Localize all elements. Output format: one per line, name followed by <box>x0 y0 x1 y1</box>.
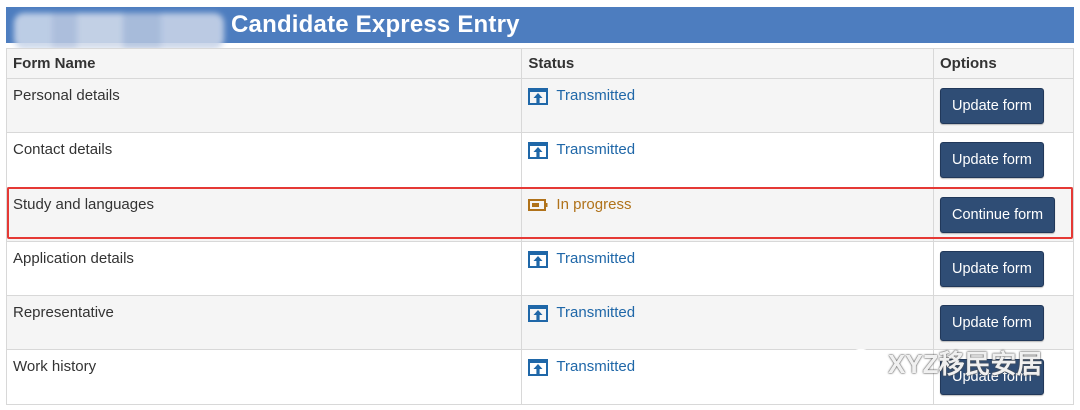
table-row: Personal details Transmitted Update form <box>5 77 1074 134</box>
page-title: Candidate Express Entry <box>231 11 520 38</box>
status-label: Transmitted <box>556 87 636 104</box>
form-name: Application details <box>5 240 523 297</box>
status-label: Transmitted <box>556 304 636 322</box>
status-transmitted: Transmitted <box>528 304 636 323</box>
status-label: Transmitted <box>556 141 636 159</box>
watermark: XYZ移民安居 <box>848 345 1043 379</box>
redacted-name <box>14 13 224 49</box>
column-header-form-name: Form Name <box>5 48 523 79</box>
status-cell: Transmitted <box>521 77 934 134</box>
form-name: Representative <box>5 295 523 351</box>
status-label: Transmitted <box>556 249 636 267</box>
status-cell: Transmitted <box>521 240 934 297</box>
upload-arrow-icon <box>528 305 549 323</box>
watermark-text: XYZ移民安居 <box>888 348 1043 379</box>
status-label: In progress <box>556 195 632 213</box>
table-row: Representative Transmitted Update form <box>5 295 1074 351</box>
status-transmitted: Transmitted <box>528 358 636 377</box>
update-form-button[interactable]: Update form <box>940 250 1044 287</box>
upload-arrow-icon <box>528 142 549 160</box>
form-name: Contact details <box>5 132 523 188</box>
status-in-progress: In progress <box>528 196 631 213</box>
status-transmitted: Transmitted <box>528 87 635 105</box>
options-cell: Update form <box>933 295 1074 351</box>
table-row: Contact details Transmitted Update form <box>5 132 1074 188</box>
status-cell: Transmitted <box>521 132 934 188</box>
column-header-options: Options <box>933 48 1074 79</box>
column-header-status: Status <box>521 48 934 79</box>
options-cell: Continue form <box>933 186 1074 242</box>
progress-battery-icon <box>528 198 548 211</box>
status-transmitted: Transmitted <box>528 250 635 268</box>
upload-arrow-icon <box>528 88 549 105</box>
form-name: Personal details <box>5 77 523 134</box>
table-row: Study and languages In progress Continue… <box>5 186 1074 242</box>
status-label: Transmitted <box>556 358 636 376</box>
continue-form-button[interactable]: Continue form <box>940 196 1056 233</box>
table-header-row: Form Name Status Options <box>5 48 1074 79</box>
chat-bubbles-icon <box>848 348 881 375</box>
status-cell: In progress <box>521 186 934 242</box>
options-cell: Update form <box>933 132 1074 188</box>
update-form-button[interactable]: Update form <box>940 305 1044 342</box>
upload-arrow-icon <box>528 250 549 268</box>
table-row: Application details Transmitted Update f… <box>5 240 1074 297</box>
status-transmitted: Transmitted <box>528 141 636 160</box>
status-cell: Transmitted <box>521 295 934 351</box>
options-cell: Update form <box>933 77 1074 134</box>
update-form-button[interactable]: Update form <box>940 88 1044 124</box>
upload-arrow-icon <box>528 359 549 377</box>
form-name: Work history <box>5 349 523 405</box>
form-name: Study and languages <box>5 186 523 242</box>
update-form-button[interactable]: Update form <box>940 142 1044 179</box>
page-header: Candidate Express Entry <box>6 7 1074 49</box>
options-cell: Update form <box>933 240 1074 297</box>
